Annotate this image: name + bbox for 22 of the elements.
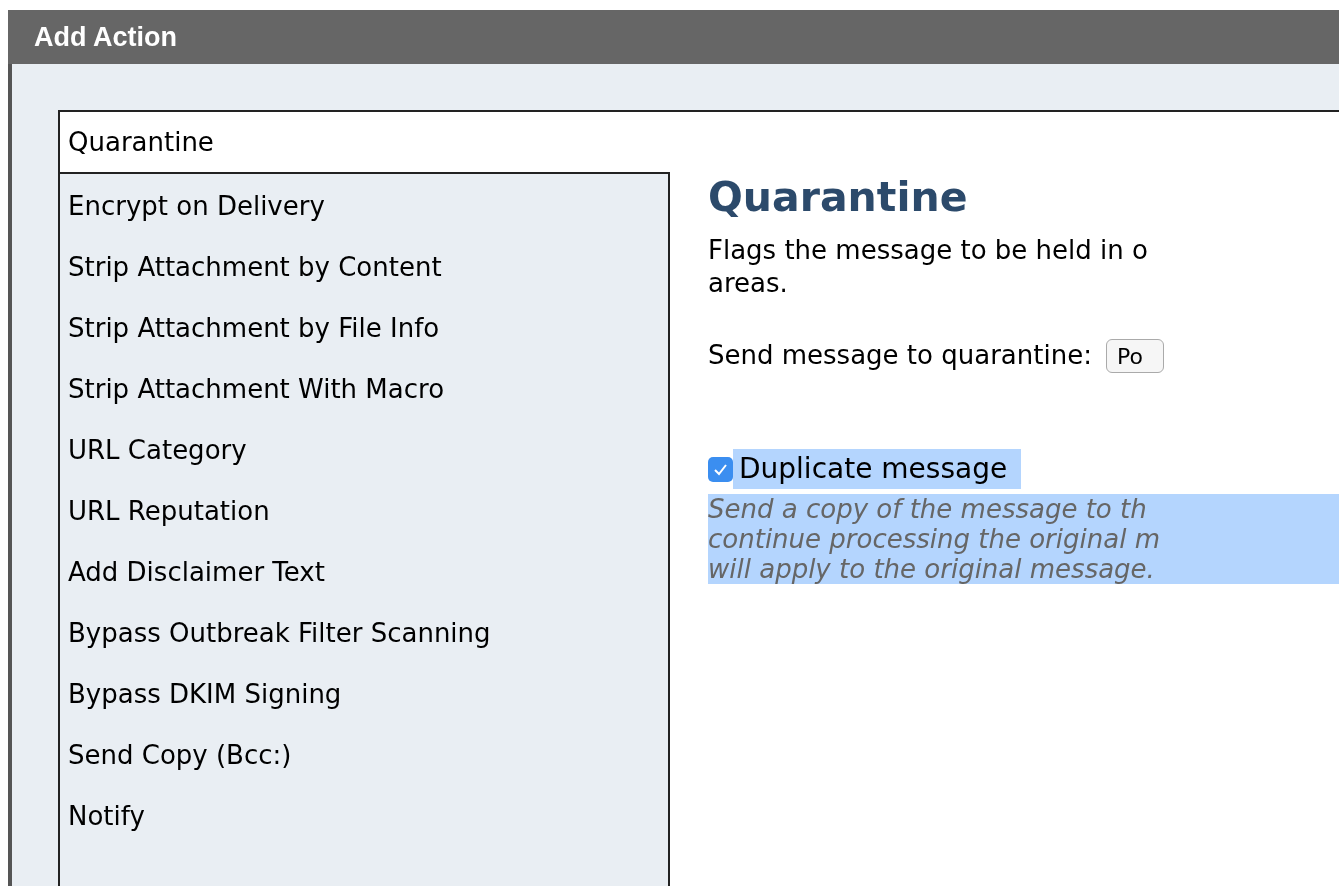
description-line: areas. [708,267,789,300]
description-line: Flags the message to be held in o [708,234,1149,267]
quarantine-label: Send message to quarantine: [708,339,1092,372]
action-list-item[interactable]: URL Reputation [60,481,668,542]
action-list-item[interactable]: Notify [60,786,668,847]
action-list-item[interactable]: Strip Attachment by File Info [60,298,668,359]
quarantine-dropdown[interactable]: Po [1105,338,1164,373]
duplicate-label[interactable]: Duplicate message [733,449,1022,489]
action-list-item[interactable]: Strip Attachment With Macro [60,359,668,420]
action-list-item[interactable]: Send Copy (Bcc:) [60,725,668,786]
action-heading: Quarantine [708,174,969,220]
window-title: Add Action [34,20,177,54]
action-list-item[interactable]: Add Disclaimer Text [60,542,668,603]
action-field[interactable]: Quarantine [60,112,1339,172]
action-list-item[interactable]: Bypass DKIM Signing [60,664,668,725]
action-list-item[interactable]: Strip Attachment by Content [60,237,668,298]
action-list-item[interactable]: Encrypt on Delivery [60,176,668,237]
checkbox[interactable] [708,456,733,482]
action-list-item[interactable]: URL Category [60,420,668,481]
check-icon [713,462,728,476]
duplicate-help-text: Send a copy of the message to th continue processing the original m will apply to the original message. [708,494,1339,584]
action-list-item[interactable]: Bypass Outbreak Filter Scanning [60,603,668,664]
